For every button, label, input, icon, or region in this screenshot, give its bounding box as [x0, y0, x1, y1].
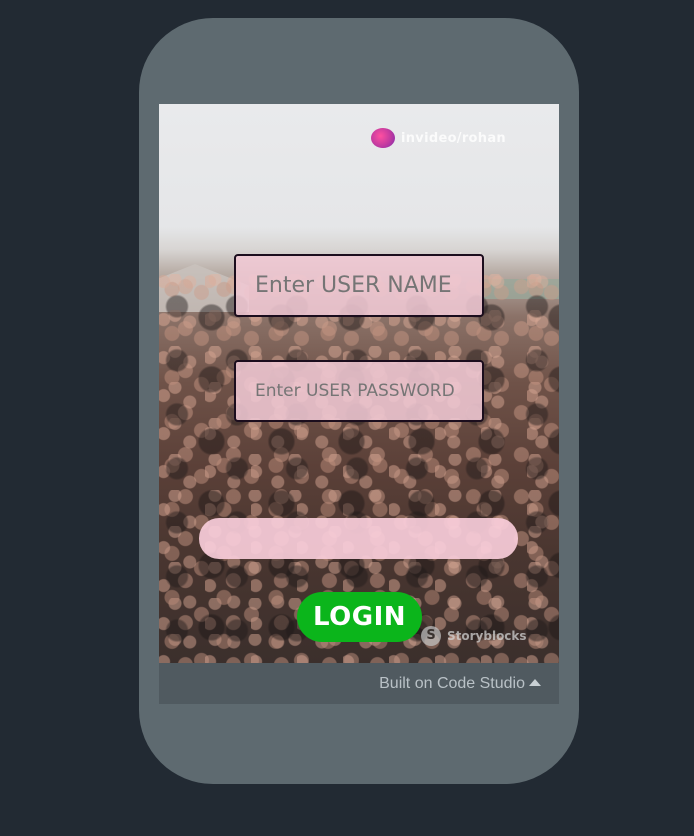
watermark-text: invideo/rohan — [401, 130, 506, 146]
username-input[interactable] — [234, 254, 484, 317]
watermark-logo-icon — [371, 128, 395, 148]
password-input[interactable] — [234, 360, 484, 422]
message-label — [199, 518, 518, 559]
app-screen: invideo/rohan S Storyblocks LOGIN — [159, 104, 559, 663]
login-button[interactable]: LOGIN — [297, 592, 422, 642]
storyblocks-logo-icon: S — [421, 626, 441, 646]
footer-label: Built on Code Studio — [379, 674, 525, 692]
video-watermark: invideo/rohan — [371, 128, 506, 148]
stock-watermark-text: Storyblocks — [447, 629, 527, 643]
code-studio-footer[interactable]: Built on Code Studio — [159, 663, 559, 704]
stock-watermark: S Storyblocks — [421, 626, 527, 646]
caret-up-icon — [529, 678, 541, 686]
